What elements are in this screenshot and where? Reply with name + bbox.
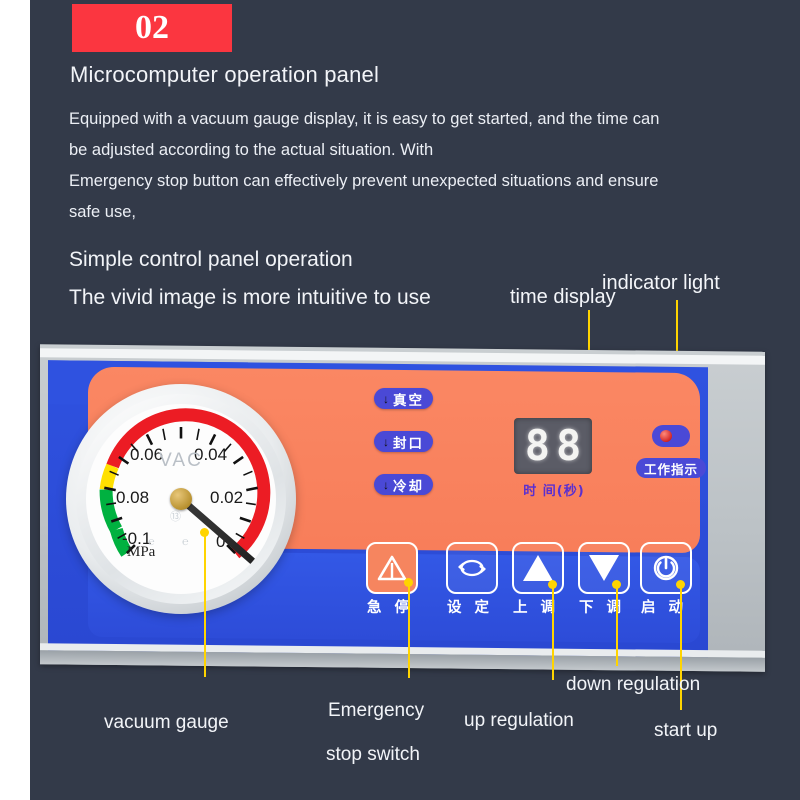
time-digit-ones: 8: [556, 421, 582, 470]
callout-up-regulation: up regulation: [464, 710, 574, 731]
down-arrow-icon: ↓: [383, 477, 389, 492]
section-number-badge: 02: [72, 4, 232, 52]
power-icon: [653, 555, 679, 581]
gauge-label-006: 0.06: [130, 445, 164, 464]
triangle-up-icon: [523, 555, 553, 581]
subtitle-vivid-image: The vivid image is more intuitive to use: [69, 286, 431, 309]
callout-indicator-light: indicator light: [602, 272, 720, 294]
work-indicator-label: 工作指示: [644, 461, 699, 477]
description-text: Equipped with a vacuum gauge display, it…: [69, 104, 739, 228]
triangle-down-icon: [589, 555, 619, 581]
gauge-brand-text: VAC: [159, 450, 203, 471]
gauge-face: 0.06 0.04 0.02 0 -0.1 0.08 VAC MPa ⑬ ℮ ℮: [86, 404, 276, 594]
gauge-label-008: 0.08: [116, 488, 150, 507]
callout-down-regulation: down regulation: [566, 674, 701, 695]
cycle-arrows-icon: [458, 559, 486, 577]
callout-line-vacuum-gauge: [204, 532, 206, 677]
gauge-center-hub: [170, 488, 192, 510]
time-display-label: 时 间(秒): [523, 484, 585, 499]
callout-line-emergency-stop: [408, 582, 410, 678]
time-display: 8 8: [514, 418, 592, 474]
callout-start-up: start up: [654, 720, 718, 741]
description-line-3: Emergency stop button can effectively pr…: [69, 172, 659, 190]
time-digit-tens: 8: [524, 421, 550, 470]
setting-button[interactable]: [446, 542, 498, 594]
badge-number: 02: [135, 9, 169, 46]
description-line-4: safe use,: [69, 203, 136, 221]
down-arrow-icon: ↓: [383, 434, 389, 449]
vacuum-gauge: 0.06 0.04 0.02 0 -0.1 0.08 VAC MPa ⑬ ℮ ℮: [66, 384, 296, 614]
emergency-stop-label: 急 停: [366, 600, 414, 616]
gauge-cert-mark-2: ℮: [148, 536, 155, 548]
gauge-cert-mark-3: ℮: [182, 536, 189, 548]
page-title: Microcomputer operation panel: [70, 62, 380, 87]
indicator-vacuum[interactable]: ↓ 真空: [374, 388, 433, 409]
callout-time-display: time display: [510, 286, 616, 308]
description-line-2: be adjusted according to the actual situ…: [69, 141, 434, 159]
down-adjust-button[interactable]: [578, 542, 630, 594]
indicator-cooling-label: 冷却: [393, 478, 424, 495]
led-icon: [660, 430, 672, 442]
description-line-1: Equipped with a vacuum gauge display, it…: [69, 110, 660, 128]
subtitle-simple-control: Simple control panel operation: [69, 248, 353, 271]
callout-vacuum-gauge: vacuum gauge: [104, 712, 229, 733]
callout-emergency-line1: Emergency: [328, 700, 425, 721]
indicator-sealing[interactable]: ↓ 封口: [374, 431, 433, 452]
down-arrow-icon: ↓: [383, 391, 389, 406]
warning-triangle-icon: [377, 555, 407, 581]
indicator-sealing-label: 封口: [393, 435, 424, 452]
gauge-cert-mark-1: ⑬: [170, 511, 181, 523]
start-label: 启 动: [640, 600, 688, 616]
work-indicator-light: [652, 425, 690, 447]
callout-emergency-line2: stop switch: [326, 744, 420, 765]
callout-line-up-regulation: [552, 584, 554, 680]
indicator-cooling[interactable]: ↓ 冷却: [374, 474, 433, 495]
gauge-label-002: 0.02: [210, 488, 244, 507]
callout-line-down-regulation: [616, 584, 618, 666]
work-indicator-label-pill: 工作指示: [636, 458, 707, 478]
indicator-vacuum-label: 真空: [393, 392, 424, 409]
